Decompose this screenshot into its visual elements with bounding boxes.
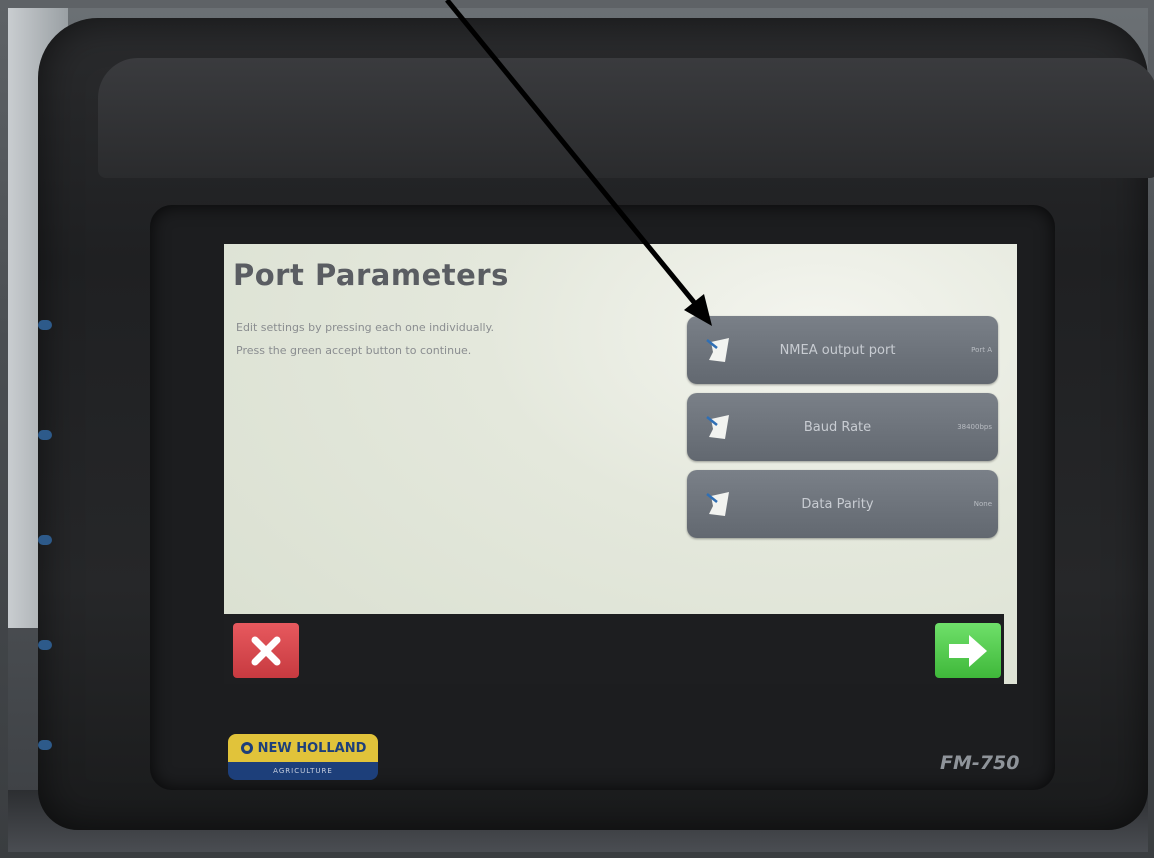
bottom-action-bar (224, 614, 1004, 684)
brand-logo-top: NEW HOLLAND (228, 734, 378, 762)
model-label: FM-750 (940, 752, 1020, 774)
parameter-label: Baud Rate (803, 419, 872, 435)
grip-bump (38, 320, 52, 330)
parameter-value: 38400bps (957, 423, 992, 431)
grip-bump (38, 640, 52, 650)
parameter-label: NMEA output port (779, 342, 896, 358)
instruction-text: Edit settings by pressing each one indiv… (236, 321, 495, 334)
brand-name: NEW HOLLAND (257, 740, 367, 756)
grip-bump (38, 740, 52, 750)
parameter-label: Data Parity (801, 496, 874, 512)
instruction-text: Press the green accept button to continu… (236, 344, 472, 357)
device-side-grips (38, 320, 54, 760)
data-parity-button[interactable]: Data Parity None (687, 470, 998, 538)
baud-rate-button[interactable]: Baud Rate 38400bps (687, 393, 998, 461)
edit-icon (706, 492, 729, 516)
arrow-right-icon (949, 634, 987, 667)
parameter-value: None (973, 500, 992, 508)
grip-bump (38, 535, 52, 545)
edit-icon (706, 338, 729, 362)
accept-button[interactable] (935, 623, 1001, 678)
leaf-icon (240, 742, 253, 754)
page-title: Port Parameters (233, 258, 509, 292)
grip-bump (38, 430, 52, 440)
nmea-output-port-button[interactable]: NMEA output port Port A (687, 316, 998, 384)
photo: Port Parameters Edit settings by pressin… (0, 0, 1154, 858)
brand-subtitle: AGRICULTURE (228, 762, 378, 780)
parameter-value: Port A (971, 346, 992, 354)
cancel-button[interactable] (233, 623, 299, 678)
x-icon (251, 636, 281, 665)
instructions: Edit settings by pressing each one indiv… (236, 321, 556, 367)
edit-icon (706, 415, 729, 439)
brand-logo: NEW HOLLAND AGRICULTURE (228, 734, 378, 784)
device-top-band (98, 58, 1154, 178)
